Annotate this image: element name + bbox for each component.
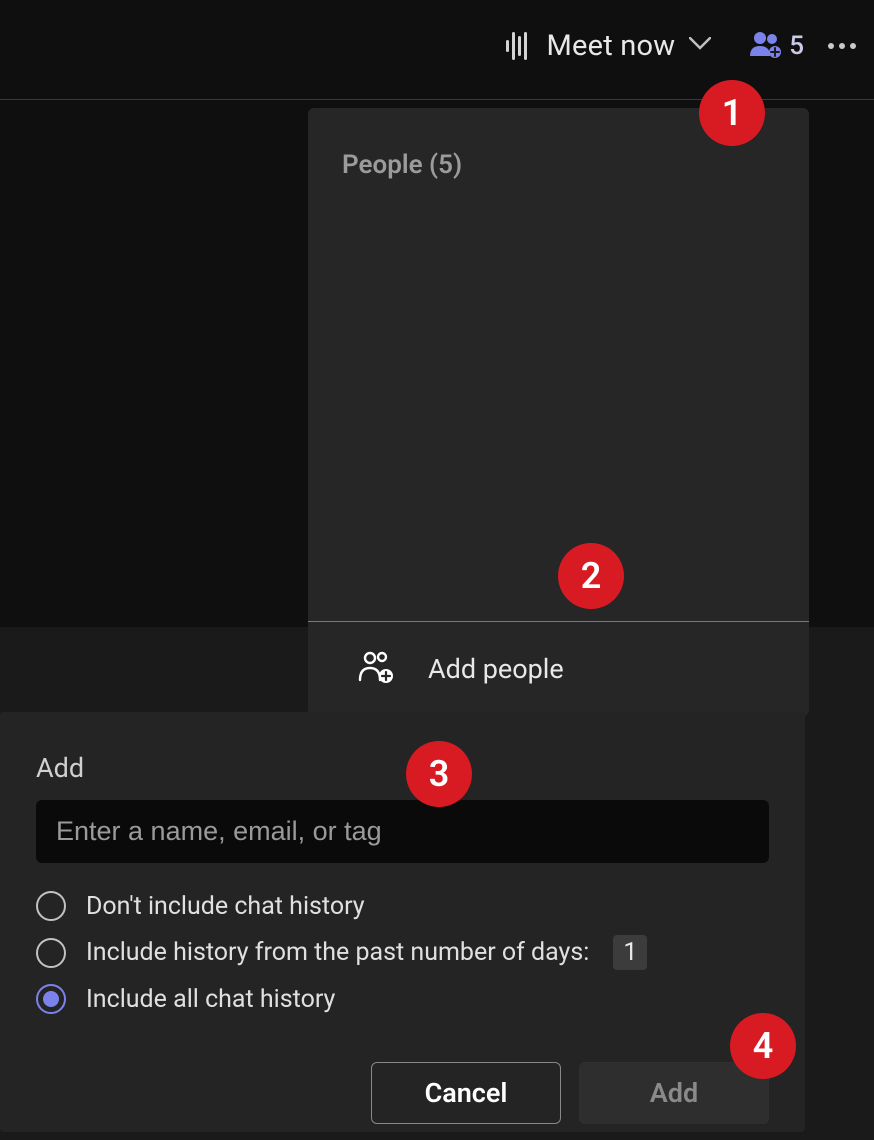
- add-people-label: Add people: [428, 653, 564, 685]
- dialog-button-row: Cancel Add: [36, 1062, 769, 1124]
- radio-label: Include history from the past number of …: [86, 938, 589, 967]
- radio-icon: [36, 891, 66, 921]
- participants-count: 5: [789, 31, 804, 61]
- radio-selected-icon: [36, 984, 66, 1014]
- add-dialog-title: Add: [36, 752, 769, 784]
- cancel-button[interactable]: Cancel: [371, 1062, 561, 1124]
- add-people-button[interactable]: Add people: [308, 622, 809, 716]
- participants-button[interactable]: 5: [749, 30, 804, 62]
- radio-label: Include all chat history: [86, 985, 335, 1014]
- meet-now-label[interactable]: Meet now: [547, 29, 676, 63]
- radio-label: Don't include chat history: [86, 892, 365, 921]
- radio-days-history[interactable]: Include history from the past number of …: [36, 935, 769, 970]
- people-panel: People (5) Add people: [308, 108, 809, 716]
- more-options-button[interactable]: [828, 43, 856, 49]
- audio-wave-icon: [506, 32, 527, 60]
- annotation-marker-3: 3: [406, 741, 472, 807]
- radio-all-history[interactable]: Include all chat history: [36, 984, 769, 1014]
- add-people-input[interactable]: [36, 800, 769, 863]
- radio-icon: [36, 938, 66, 968]
- add-button[interactable]: Add: [579, 1062, 769, 1124]
- annotation-marker-1: 1: [699, 80, 765, 146]
- people-list-area: [308, 222, 809, 621]
- add-people-icon: [358, 650, 396, 688]
- people-add-icon: [749, 30, 783, 62]
- radio-no-history[interactable]: Don't include chat history: [36, 891, 769, 921]
- days-input[interactable]: 1: [613, 935, 647, 970]
- history-radio-group: Don't include chat history Include histo…: [36, 891, 769, 1014]
- annotation-marker-4: 4: [730, 1013, 796, 1079]
- annotation-marker-2: 2: [558, 543, 624, 609]
- chevron-down-icon[interactable]: [689, 36, 711, 55]
- add-people-dialog: Add Don't include chat history Include h…: [0, 712, 805, 1132]
